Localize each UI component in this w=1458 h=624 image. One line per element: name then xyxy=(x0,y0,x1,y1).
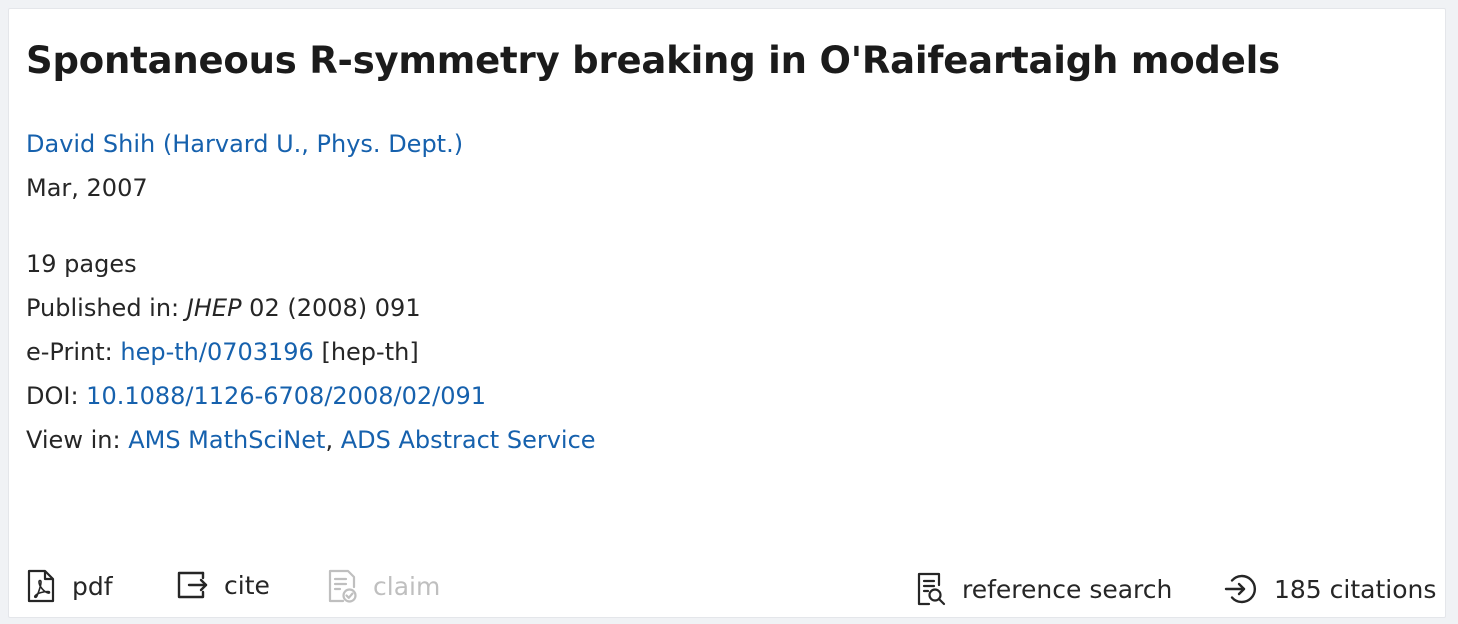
action-bar: pdf cite claim reference search 185 cita… xyxy=(9,569,1445,613)
citations-label: 185 citations xyxy=(1274,574,1437,604)
doi-label: DOI: xyxy=(26,382,87,410)
affiliation-open: ( xyxy=(155,130,173,158)
pdf-button[interactable]: pdf xyxy=(26,569,113,603)
citations-button[interactable]: 185 citations xyxy=(1224,572,1436,606)
file-pdf-icon xyxy=(27,569,55,603)
eprint-category: [hep-th] xyxy=(313,338,419,366)
affiliation-close: ) xyxy=(453,130,464,158)
claim-button: claim xyxy=(327,569,440,603)
file-check-icon xyxy=(328,569,357,603)
view-in-line: View in: AMS MathSciNet, ADS Abstract Se… xyxy=(26,425,596,455)
eprint-line: e-Print: hep-th/0703196 [hep-th] xyxy=(26,337,419,367)
ads-link[interactable]: ADS Abstract Service xyxy=(341,426,596,454)
doi-line: DOI: 10.1088/1126-6708/2008/02/091 xyxy=(26,381,486,411)
authors-line: David Shih (Harvard U., Phys. Dept.) xyxy=(26,129,463,159)
reference-search-button[interactable]: reference search xyxy=(916,572,1172,606)
login-icon xyxy=(1224,574,1257,604)
literature-card: Spontaneous R-symmetry breaking in O'Rai… xyxy=(8,8,1446,618)
journal-volume: 02 (2008) 091 xyxy=(241,294,421,322)
doi-link[interactable]: 10.1088/1126-6708/2008/02/091 xyxy=(86,382,486,410)
pdf-label: pdf xyxy=(72,571,113,601)
date: Mar, 2007 xyxy=(26,174,148,202)
reference-search-label: reference search xyxy=(962,574,1173,604)
claim-label: claim xyxy=(373,571,441,601)
page-count: 19 pages xyxy=(26,250,137,278)
paper-title: Spontaneous R-symmetry breaking in O'Rai… xyxy=(26,39,1280,82)
journal-name: JHEP xyxy=(186,294,242,322)
cite-label: cite xyxy=(224,570,270,600)
view-in-label: View in: xyxy=(26,426,129,454)
published-in: Published in: JHEP 02 (2008) 091 xyxy=(26,293,421,323)
eprint-label: e-Print: xyxy=(26,338,121,366)
mathscinet-link[interactable]: AMS MathSciNet xyxy=(128,426,325,454)
file-search-icon xyxy=(917,572,946,606)
affiliation-link[interactable]: Harvard U., Phys. Dept. xyxy=(172,130,453,158)
author-link[interactable]: David Shih xyxy=(26,130,155,158)
eprint-link[interactable]: hep-th/0703196 xyxy=(120,338,313,366)
export-icon xyxy=(177,571,208,599)
published-label: Published in: xyxy=(26,294,187,322)
cite-button[interactable]: cite xyxy=(176,569,270,601)
view-in-separator: , xyxy=(325,426,341,454)
